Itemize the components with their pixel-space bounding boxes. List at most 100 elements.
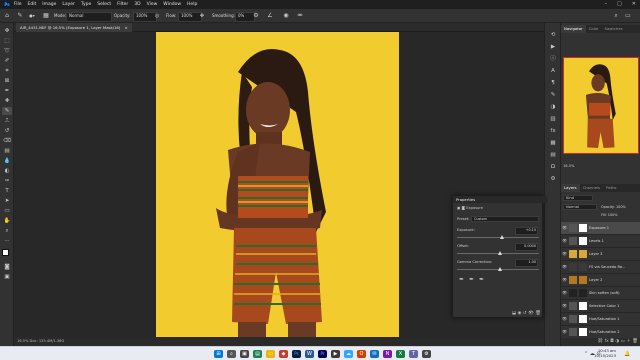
tab-layers[interactable]: Layers bbox=[561, 184, 580, 192]
layer-visibility-eye-icon[interactable]: 👁 bbox=[562, 261, 567, 273]
tab-swatches[interactable]: Swatches bbox=[602, 25, 626, 33]
preset-select[interactable]: Custom bbox=[471, 216, 539, 222]
offset-slider[interactable] bbox=[457, 251, 539, 255]
type-tool-icon[interactable]: T bbox=[2, 187, 12, 195]
clone-stamp-tool-icon[interactable]: ⎍ bbox=[2, 117, 12, 125]
minimize-button[interactable]: – bbox=[605, 0, 608, 9]
healing-tool-icon[interactable]: ✚ bbox=[2, 97, 12, 105]
layer-row[interactable]: 👁 Exposure 1 bbox=[561, 222, 640, 235]
menu-select[interactable]: Select bbox=[97, 1, 111, 8]
history-panel-icon[interactable]: ⟲ bbox=[548, 31, 558, 39]
properties-title[interactable]: Properties bbox=[453, 196, 547, 203]
start-button-icon[interactable]: ⊞ bbox=[214, 350, 223, 358]
menu-image[interactable]: Image bbox=[42, 1, 56, 8]
foreground-color-swatch[interactable] bbox=[2, 249, 9, 256]
more-tools-icon[interactable]: ··· bbox=[2, 237, 12, 245]
reset-icon[interactable]: ↺ bbox=[523, 311, 527, 316]
exposure-slider[interactable] bbox=[457, 235, 539, 239]
menu-view[interactable]: View bbox=[147, 1, 158, 8]
layer-visibility-eye-icon[interactable]: 👁 bbox=[562, 326, 567, 338]
marquee-tool-icon[interactable]: ⬚ bbox=[2, 37, 12, 45]
brush-settings-icon[interactable]: ▦ bbox=[42, 12, 50, 20]
paragraph-panel-icon[interactable]: ¶ bbox=[548, 79, 558, 87]
rectangle-tool-icon[interactable]: ▭ bbox=[2, 207, 12, 215]
exposure-slider-knob[interactable] bbox=[500, 235, 504, 239]
close-button[interactable]: ✕ bbox=[632, 0, 636, 9]
menu-3d[interactable]: 3D bbox=[134, 1, 140, 8]
gray-point-eyedropper-icon[interactable]: ✒ bbox=[469, 276, 474, 283]
menu-filter[interactable]: Filter bbox=[117, 1, 128, 8]
offset-slider-knob[interactable] bbox=[498, 251, 502, 255]
add-mask-icon[interactable]: ◘ bbox=[610, 339, 614, 344]
layer-visibility-eye-icon[interactable]: 👁 bbox=[562, 248, 567, 260]
office-icon[interactable]: O bbox=[357, 350, 366, 358]
home-icon[interactable]: ⌂ bbox=[3, 12, 11, 20]
menu-window[interactable]: Window bbox=[163, 1, 181, 8]
photoshop-logo[interactable]: Ps bbox=[3, 1, 11, 8]
adjustments-panel-icon[interactable]: ◑ bbox=[548, 103, 558, 111]
layer-style-icon[interactable]: fx bbox=[605, 339, 609, 344]
layer-row[interactable]: 👁 Selective Color 1 bbox=[561, 300, 640, 313]
layer-visibility-eye-icon[interactable]: 👁 bbox=[562, 235, 567, 247]
libraries-panel-icon[interactable]: ▥ bbox=[548, 115, 558, 123]
layer-row[interactable]: 👁 Layer 3 bbox=[561, 248, 640, 261]
menu-help[interactable]: Help bbox=[187, 1, 197, 8]
task-view-icon[interactable]: ▣ bbox=[240, 350, 249, 358]
pressure-opacity-icon[interactable]: ◎ bbox=[153, 12, 161, 20]
info-panel-icon[interactable]: ⓘ bbox=[548, 55, 558, 63]
zoom-tool-icon[interactable]: ⌕ bbox=[2, 227, 12, 235]
onenote-icon[interactable]: N bbox=[383, 350, 392, 358]
gradient-tool-icon[interactable]: ▤ bbox=[2, 147, 12, 155]
mail-icon[interactable]: ✉ bbox=[370, 350, 379, 358]
search-icon[interactable]: ⌕ bbox=[227, 350, 236, 358]
layer-visibility-eye-icon[interactable]: 👁 bbox=[562, 300, 567, 312]
excel-icon[interactable]: X bbox=[396, 350, 405, 358]
crop-tool-icon[interactable]: ⌗ bbox=[2, 67, 12, 75]
brush-icon[interactable]: ✎ bbox=[16, 12, 24, 20]
cloud-icon[interactable]: ☁ bbox=[344, 350, 353, 358]
brave-browser-icon[interactable]: ◆ bbox=[279, 350, 288, 358]
lasso-tool-icon[interactable]: ➰ bbox=[2, 47, 12, 55]
settings-icon[interactable]: ⚙ bbox=[422, 350, 431, 358]
document-tab[interactable]: AIR_4431.NEF @ 16.5% (Exposure 1, Layer … bbox=[16, 23, 132, 32]
screen-mode-icon[interactable]: ▣ bbox=[2, 273, 12, 281]
menu-type[interactable]: Type bbox=[81, 1, 91, 8]
layer-filter-kind[interactable]: Kind bbox=[563, 195, 593, 201]
quick-select-tool-icon[interactable]: ✐ bbox=[2, 57, 12, 65]
mode-select[interactable]: Normal bbox=[66, 12, 112, 22]
notification-icon[interactable]: 🔔 bbox=[624, 350, 630, 358]
gamma-slider[interactable] bbox=[457, 267, 539, 271]
blur-tool-icon[interactable]: 💧 bbox=[2, 157, 12, 165]
eyedropper-tool-icon[interactable]: ✒ bbox=[2, 87, 12, 95]
quick-mask-icon[interactable]: ◙ bbox=[2, 263, 12, 271]
tab-paths[interactable]: Paths bbox=[603, 184, 619, 192]
layer-opacity[interactable]: Opacity: 100% bbox=[601, 204, 640, 210]
white-point-eyedropper-icon[interactable]: ✒ bbox=[479, 276, 484, 283]
gamma-slider-knob[interactable] bbox=[498, 267, 502, 271]
airbrush-icon[interactable]: ✤ bbox=[198, 12, 206, 20]
menu-edit[interactable]: Edit bbox=[28, 1, 37, 8]
menu-layer[interactable]: Layer bbox=[62, 1, 75, 8]
gear-icon[interactable]: ⚙ bbox=[252, 12, 260, 20]
brush-tool-icon[interactable]: ✎ bbox=[2, 107, 12, 115]
layer-row[interactable]: 👁 Skin soften (soft) bbox=[561, 287, 640, 300]
gradients-panel-icon[interactable]: ▤ bbox=[548, 151, 558, 159]
navigator-preview[interactable] bbox=[563, 57, 639, 154]
search-icon[interactable]: ⌕ bbox=[612, 12, 620, 20]
layer-visibility-eye-icon[interactable]: 👁 bbox=[562, 274, 567, 286]
actions-panel-icon[interactable]: ▶ bbox=[548, 43, 558, 51]
file-explorer-icon[interactable]: ▭ bbox=[266, 350, 275, 358]
brush-size-dropdown[interactable]: ●▾ bbox=[28, 12, 36, 20]
layer-row[interactable]: 👁 Layer 2 bbox=[561, 274, 640, 287]
maximize-button[interactable]: □ bbox=[617, 0, 622, 9]
offset-field[interactable]: 0.0000 bbox=[515, 243, 538, 251]
layer-visibility-eye-icon[interactable]: 👁 bbox=[562, 287, 567, 299]
word-icon[interactable]: W bbox=[305, 350, 314, 358]
frame-tool-icon[interactable]: ⊠ bbox=[2, 77, 12, 85]
menu-file[interactable]: File bbox=[14, 1, 22, 8]
tab-navigator[interactable]: Navigator bbox=[561, 25, 586, 33]
blend-mode-select[interactable]: Normal bbox=[563, 204, 597, 210]
media-icon[interactable]: ▶ bbox=[331, 350, 340, 358]
tab-color[interactable]: Color bbox=[586, 25, 602, 33]
clip-to-layer-icon[interactable]: ⬓ bbox=[512, 311, 516, 316]
